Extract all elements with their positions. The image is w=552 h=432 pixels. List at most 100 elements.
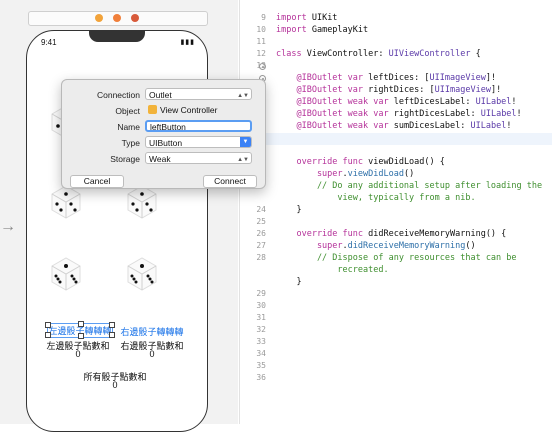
code-token: ViewController: [301,49,389,59]
code-line[interactable]: super.didReceiveMemoryWarning() [276,241,476,251]
chevron-down-icon[interactable]: ▼ [240,137,251,147]
code-line[interactable]: @IBOutlet var leftDices: [UIImageView]! [276,73,496,83]
object-value: View Controller [148,105,217,115]
code-token: UIImageView [434,85,491,95]
left-sum-value: 0 [75,349,81,359]
resize-handle[interactable] [45,322,51,328]
resize-handle[interactable] [78,321,84,327]
code-line[interactable]: view, typically from a nib. [276,193,476,203]
line-number: 31 [256,313,266,322]
resize-handle[interactable] [45,332,51,338]
type-label: Type [121,138,140,148]
code-line[interactable]: import GameplayKit [276,25,368,35]
code-token: UILabel [475,97,512,107]
resize-handle[interactable] [109,322,115,328]
code-line[interactable]: // Do any additional setup after loading… [276,181,542,191]
code-token: UILabel [470,121,507,131]
code-token: ]! [490,85,502,95]
code-token: { [470,49,481,59]
code-token: override func [276,157,363,167]
outlet-connection-icon[interactable] [259,63,266,70]
line-number: 24 [256,205,266,214]
code-token: didReceiveMemoryWarning() { [363,229,507,239]
code-line[interactable]: @IBOutlet weak var rightDicesLabel: UILa… [276,109,521,119]
code-token: ! [511,97,517,107]
code-token: rightDices: [ [363,85,435,95]
code-line[interactable]: @IBOutlet weak var sumDicesLabel: UILabe… [276,121,511,131]
right-roll-button[interactable]: 右邊骰子轉轉轉 [120,325,184,338]
scene-dock[interactable] [28,11,208,26]
insertion-line-highlight [240,133,552,145]
object-row: Object View Controller [62,104,265,118]
code-line[interactable]: } [276,277,302,287]
code-editor[interactable]: 9 10 11 12 13 19 20 21 22 23 24 25 26 27… [239,0,552,424]
line-number: 33 [256,337,266,346]
code-line[interactable]: // Dispose of any resources that can be [276,253,517,263]
object-value-text: View Controller [160,105,218,115]
code-token: viewDidLoad() { [363,157,445,167]
view-controller-icon [148,105,157,114]
storage-select[interactable]: Weak ▲▼ [145,152,252,164]
dice-image-left-3[interactable] [44,252,88,296]
code-line[interactable]: @IBOutlet weak var leftDicesLabel: UILab… [276,97,517,107]
code-token: leftDicesLabel: [388,97,476,107]
line-number: 32 [256,325,266,334]
code-line[interactable]: override func didReceiveMemoryWarning() … [276,229,506,239]
object-label: Object [115,106,140,116]
cancel-button[interactable]: Cancel [70,175,124,188]
name-row: Name leftButton [62,120,265,134]
total-sum-value: 0 [112,380,118,390]
connect-button[interactable]: Connect [203,175,257,188]
code-token: () [465,241,476,251]
code-token: UIKit [306,13,338,23]
type-combobox[interactable]: UIButton ▼ [145,136,252,148]
line-number: 30 [256,301,266,310]
storage-row: Storage Weak ▲▼ [62,152,265,166]
code-line[interactable]: @IBOutlet var rightDices: [UIImageView]! [276,85,501,95]
line-number: 27 [256,241,266,250]
code-line[interactable]: } [276,205,301,215]
code-token: recreated. [276,265,389,275]
code-token: @IBOutlet weak var [276,97,389,107]
code-line[interactable]: import UIKit [276,13,337,23]
name-label: Name [117,122,140,132]
exit-icon[interactable] [131,14,139,22]
line-number: 26 [256,229,266,238]
first-responder-icon[interactable] [113,14,121,22]
right-sum-value: 0 [149,349,155,359]
entry-point-arrow-icon: → [0,218,16,235]
code-line[interactable]: override func viewDidLoad() { [276,157,445,167]
code-line[interactable]: recreated. [276,265,389,275]
storage-value: Weak [149,154,171,164]
code-token: viewDidLoad [347,169,404,179]
line-number: 10 [256,25,266,34]
line-number: 29 [256,289,266,298]
code-token: import [276,25,307,35]
type-value: UIButton [149,138,183,148]
code-line[interactable]: super.viewDidLoad() [276,169,414,179]
code-token: super [276,241,343,251]
type-row: Type UIButton ▼ [62,136,265,150]
code-token: @IBOutlet weak var [276,121,389,131]
code-token: GameplayKit [306,25,369,35]
code-line[interactable]: class ViewController: UIViewController { [276,49,481,59]
connection-row: Connection Outlet ▲▼ [62,88,265,102]
view-controller-icon[interactable] [95,14,103,22]
resize-handle[interactable] [109,332,115,338]
storyboard-canvas[interactable]: → 9:41 ▮▮▮ 左邊骰子轉轉轉 右邊骰子轉轉轉 左邊骰子點數和 0 右邊骰… [0,0,238,432]
dice-image-right-3[interactable] [120,252,164,296]
connection-label: Connection [96,90,140,100]
chevron-updown-icon: ▲▼ [237,157,249,163]
outlet-connection-dialog: Connection Outlet ▲▼ Object View Controll… [61,79,266,189]
code-token: leftDices: [ [363,73,430,83]
code-token: super [276,169,343,179]
code-token: didReceiveMemoryWarning [347,241,466,251]
code-token: () [403,169,415,179]
line-number: 35 [256,361,266,370]
code-token: } [276,277,302,287]
code-token: view, typically from a nib. [276,193,476,203]
connection-select[interactable]: Outlet ▲▼ [145,88,252,100]
code-token: @IBOutlet weak var [276,109,389,119]
code-token: class [276,49,302,59]
name-input[interactable]: leftButton [145,120,252,132]
